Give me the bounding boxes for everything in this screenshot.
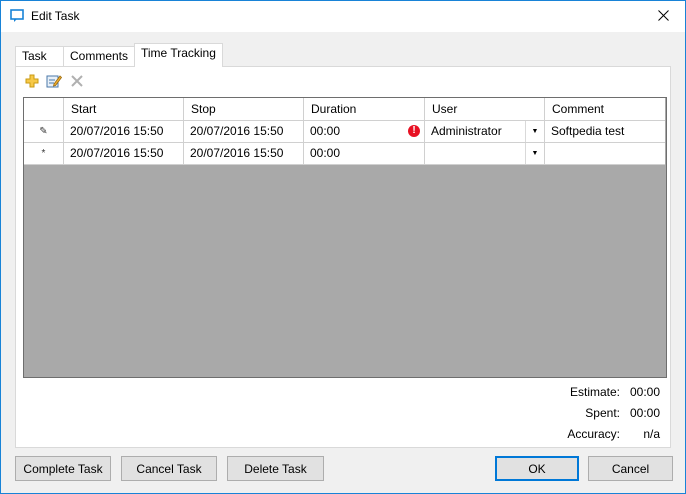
stop-cell[interactable]: 20/07/2016 15:50 <box>184 121 304 143</box>
row-new-indicator: * <box>24 143 64 165</box>
close-icon <box>657 9 669 24</box>
column-header-user[interactable]: User <box>425 98 545 121</box>
spent-value: 00:00 <box>629 406 660 420</box>
row-edit-indicator: ✎ <box>24 121 64 143</box>
user-value: Administrator <box>431 124 502 138</box>
start-cell[interactable]: 20/07/2016 15:50 <box>64 121 184 143</box>
title-bar: Edit Task <box>1 1 685 32</box>
tab-comments[interactable]: Comments <box>63 46 135 66</box>
accuracy-label: Accuracy: <box>567 427 620 441</box>
spent-label: Spent: <box>585 406 620 420</box>
comment-cell[interactable]: Softpedia test <box>545 121 665 143</box>
estimate-label: Estimate: <box>569 385 620 399</box>
column-header-indicator <box>24 98 64 121</box>
start-cell[interactable]: 20/07/2016 15:50 <box>64 143 184 165</box>
comment-cell[interactable] <box>545 143 665 165</box>
new-row[interactable]: * 20/07/2016 15:50 20/07/2016 15:50 00:0… <box>24 143 665 165</box>
delete-entry-button[interactable] <box>69 73 85 89</box>
user-cell[interactable]: ▼ <box>425 143 545 165</box>
delete-task-button[interactable]: Delete Task <box>227 456 324 481</box>
cancel-task-button[interactable]: Cancel Task <box>121 456 217 481</box>
delete-icon <box>69 75 85 92</box>
duration-cell[interactable]: 00:00 ! <box>304 121 425 143</box>
time-tracking-panel: Start Stop Duration User Comment ✎ 20/07… <box>15 66 671 448</box>
error-icon: ! <box>408 125 420 137</box>
accuracy-value: n/a <box>643 427 660 441</box>
user-dropdown-button[interactable]: ▼ <box>525 143 544 164</box>
edit-task-dialog: Edit Task Task Comments Time Tracking St… <box>0 0 686 494</box>
user-dropdown-button[interactable]: ▼ <box>525 121 544 142</box>
cancel-button[interactable]: Cancel <box>588 456 673 481</box>
ok-button[interactable]: OK <box>495 456 579 481</box>
edit-entry-button[interactable] <box>46 73 63 92</box>
window-title: Edit Task <box>31 9 80 23</box>
tab-time-tracking[interactable]: Time Tracking <box>134 43 223 67</box>
column-header-start[interactable]: Start <box>64 98 184 121</box>
duration-cell[interactable]: 00:00 <box>304 143 425 165</box>
stop-cell[interactable]: 20/07/2016 15:50 <box>184 143 304 165</box>
close-button[interactable] <box>641 1 685 32</box>
duration-value: 00:00 <box>310 124 341 138</box>
chevron-down-icon: ▼ <box>531 150 539 157</box>
window-icon <box>10 9 24 23</box>
user-cell[interactable]: Administrator ▼ <box>425 121 545 143</box>
add-icon <box>24 74 40 92</box>
grid-header-row: Start Stop Duration User Comment <box>24 98 665 121</box>
add-entry-button[interactable] <box>24 73 40 89</box>
tab-task[interactable]: Task <box>15 46 64 66</box>
time-entries-grid: Start Stop Duration User Comment ✎ 20/07… <box>23 97 667 378</box>
column-header-duration[interactable]: Duration <box>304 98 425 121</box>
estimate-value: 00:00 <box>629 385 660 399</box>
complete-task-button[interactable]: Complete Task <box>15 456 111 481</box>
table-row[interactable]: ✎ 20/07/2016 15:50 20/07/2016 15:50 00:0… <box>24 121 665 143</box>
chevron-down-icon: ▼ <box>531 128 539 135</box>
column-header-stop[interactable]: Stop <box>184 98 304 121</box>
edit-icon <box>46 75 63 92</box>
column-header-comment[interactable]: Comment <box>545 98 665 121</box>
